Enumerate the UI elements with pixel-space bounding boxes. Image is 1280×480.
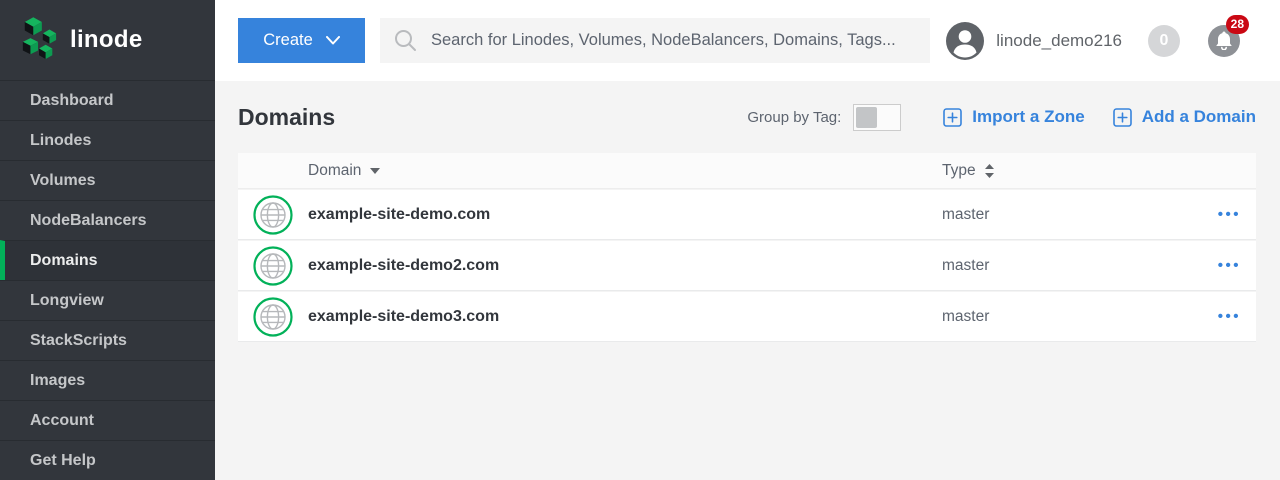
domain-icon-cell [238, 195, 308, 235]
row-actions-button[interactable]: ••• [1218, 207, 1256, 222]
domain-type: master [942, 257, 1182, 275]
group-by-tag-toggle[interactable] [853, 104, 901, 131]
row-actions-button[interactable]: ••• [1218, 258, 1256, 273]
globe-icon [253, 297, 293, 337]
linode-logo-icon [20, 17, 58, 63]
domain-type: master [942, 206, 1182, 224]
user-area: linode_demo216 0 28 [946, 22, 1280, 60]
sidebar-item-images[interactable]: Images [0, 360, 215, 400]
globe-icon [253, 195, 293, 235]
topbar: Create linode_demo216 0 28 [215, 0, 1280, 81]
domain-icon-cell [238, 297, 308, 337]
row-actions-button[interactable]: ••• [1218, 309, 1256, 324]
main-content: Domains Group by Tag: Import a Zone Add … [215, 81, 1280, 480]
column-header-domain[interactable]: Domain [238, 162, 942, 180]
sort-desc-icon [370, 168, 380, 174]
sidebar-item-volumes[interactable]: Volumes [0, 160, 215, 200]
create-button[interactable]: Create [238, 18, 365, 63]
group-by-tag-label: Group by Tag: [747, 109, 841, 126]
notifications-button[interactable]: 28 [1208, 25, 1240, 57]
logo-text: linode [70, 26, 142, 54]
search-input[interactable] [431, 31, 916, 50]
page-header-actions: Group by Tag: Import a Zone Add a Domain [747, 104, 1256, 131]
plus-square-icon [943, 108, 962, 127]
page-header: Domains Group by Tag: Import a Zone Add … [215, 81, 1280, 153]
search-bar[interactable] [380, 18, 930, 63]
sidebar-item-domains[interactable]: Domains [0, 240, 215, 280]
table-row[interactable]: example-site-demo2.com master ••• [238, 241, 1256, 291]
sidebar-nav: Dashboard Linodes Volumes NodeBalancers … [0, 80, 215, 480]
sidebar-item-longview[interactable]: Longview [0, 280, 215, 320]
domain-icon-cell [238, 246, 308, 286]
domain-name[interactable]: example-site-demo.com [308, 206, 942, 224]
linode-logo[interactable]: linode [0, 0, 215, 80]
table-row[interactable]: example-site-demo3.com master ••• [238, 292, 1256, 342]
import-zone-button[interactable]: Import a Zone [943, 107, 1084, 127]
table-row[interactable]: example-site-demo.com master ••• [238, 190, 1256, 240]
add-domain-button[interactable]: Add a Domain [1113, 107, 1256, 127]
sidebar-item-dashboard[interactable]: Dashboard [0, 80, 215, 120]
bell-icon [1215, 31, 1233, 50]
plus-square-icon [1113, 108, 1132, 127]
avatar[interactable] [946, 22, 984, 60]
chevron-down-icon [326, 36, 340, 45]
events-count-badge[interactable]: 0 [1148, 25, 1180, 57]
domain-name[interactable]: example-site-demo2.com [308, 257, 942, 275]
notification-count-badge: 28 [1226, 15, 1249, 34]
page-title: Domains [238, 104, 335, 131]
globe-icon [253, 246, 293, 286]
domain-name[interactable]: example-site-demo3.com [308, 308, 942, 326]
sort-both-icon [985, 164, 994, 178]
search-icon [394, 29, 417, 52]
column-header-type[interactable]: Type [942, 162, 994, 180]
domains-table: Domain Type [238, 153, 1256, 342]
table-header: Domain Type [238, 153, 1256, 189]
sidebar-item-stackscripts[interactable]: StackScripts [0, 320, 215, 360]
user-icon [946, 22, 984, 60]
domain-type: master [942, 308, 1182, 326]
sidebar-item-nodebalancers[interactable]: NodeBalancers [0, 200, 215, 240]
sidebar-item-account[interactable]: Account [0, 400, 215, 440]
username[interactable]: linode_demo216 [996, 31, 1122, 51]
sidebar-item-linodes[interactable]: Linodes [0, 120, 215, 160]
sidebar-item-get-help[interactable]: Get Help [0, 440, 215, 480]
toggle-knob [856, 107, 877, 128]
sidebar: linode Dashboard Linodes Volumes NodeBal… [0, 0, 215, 480]
